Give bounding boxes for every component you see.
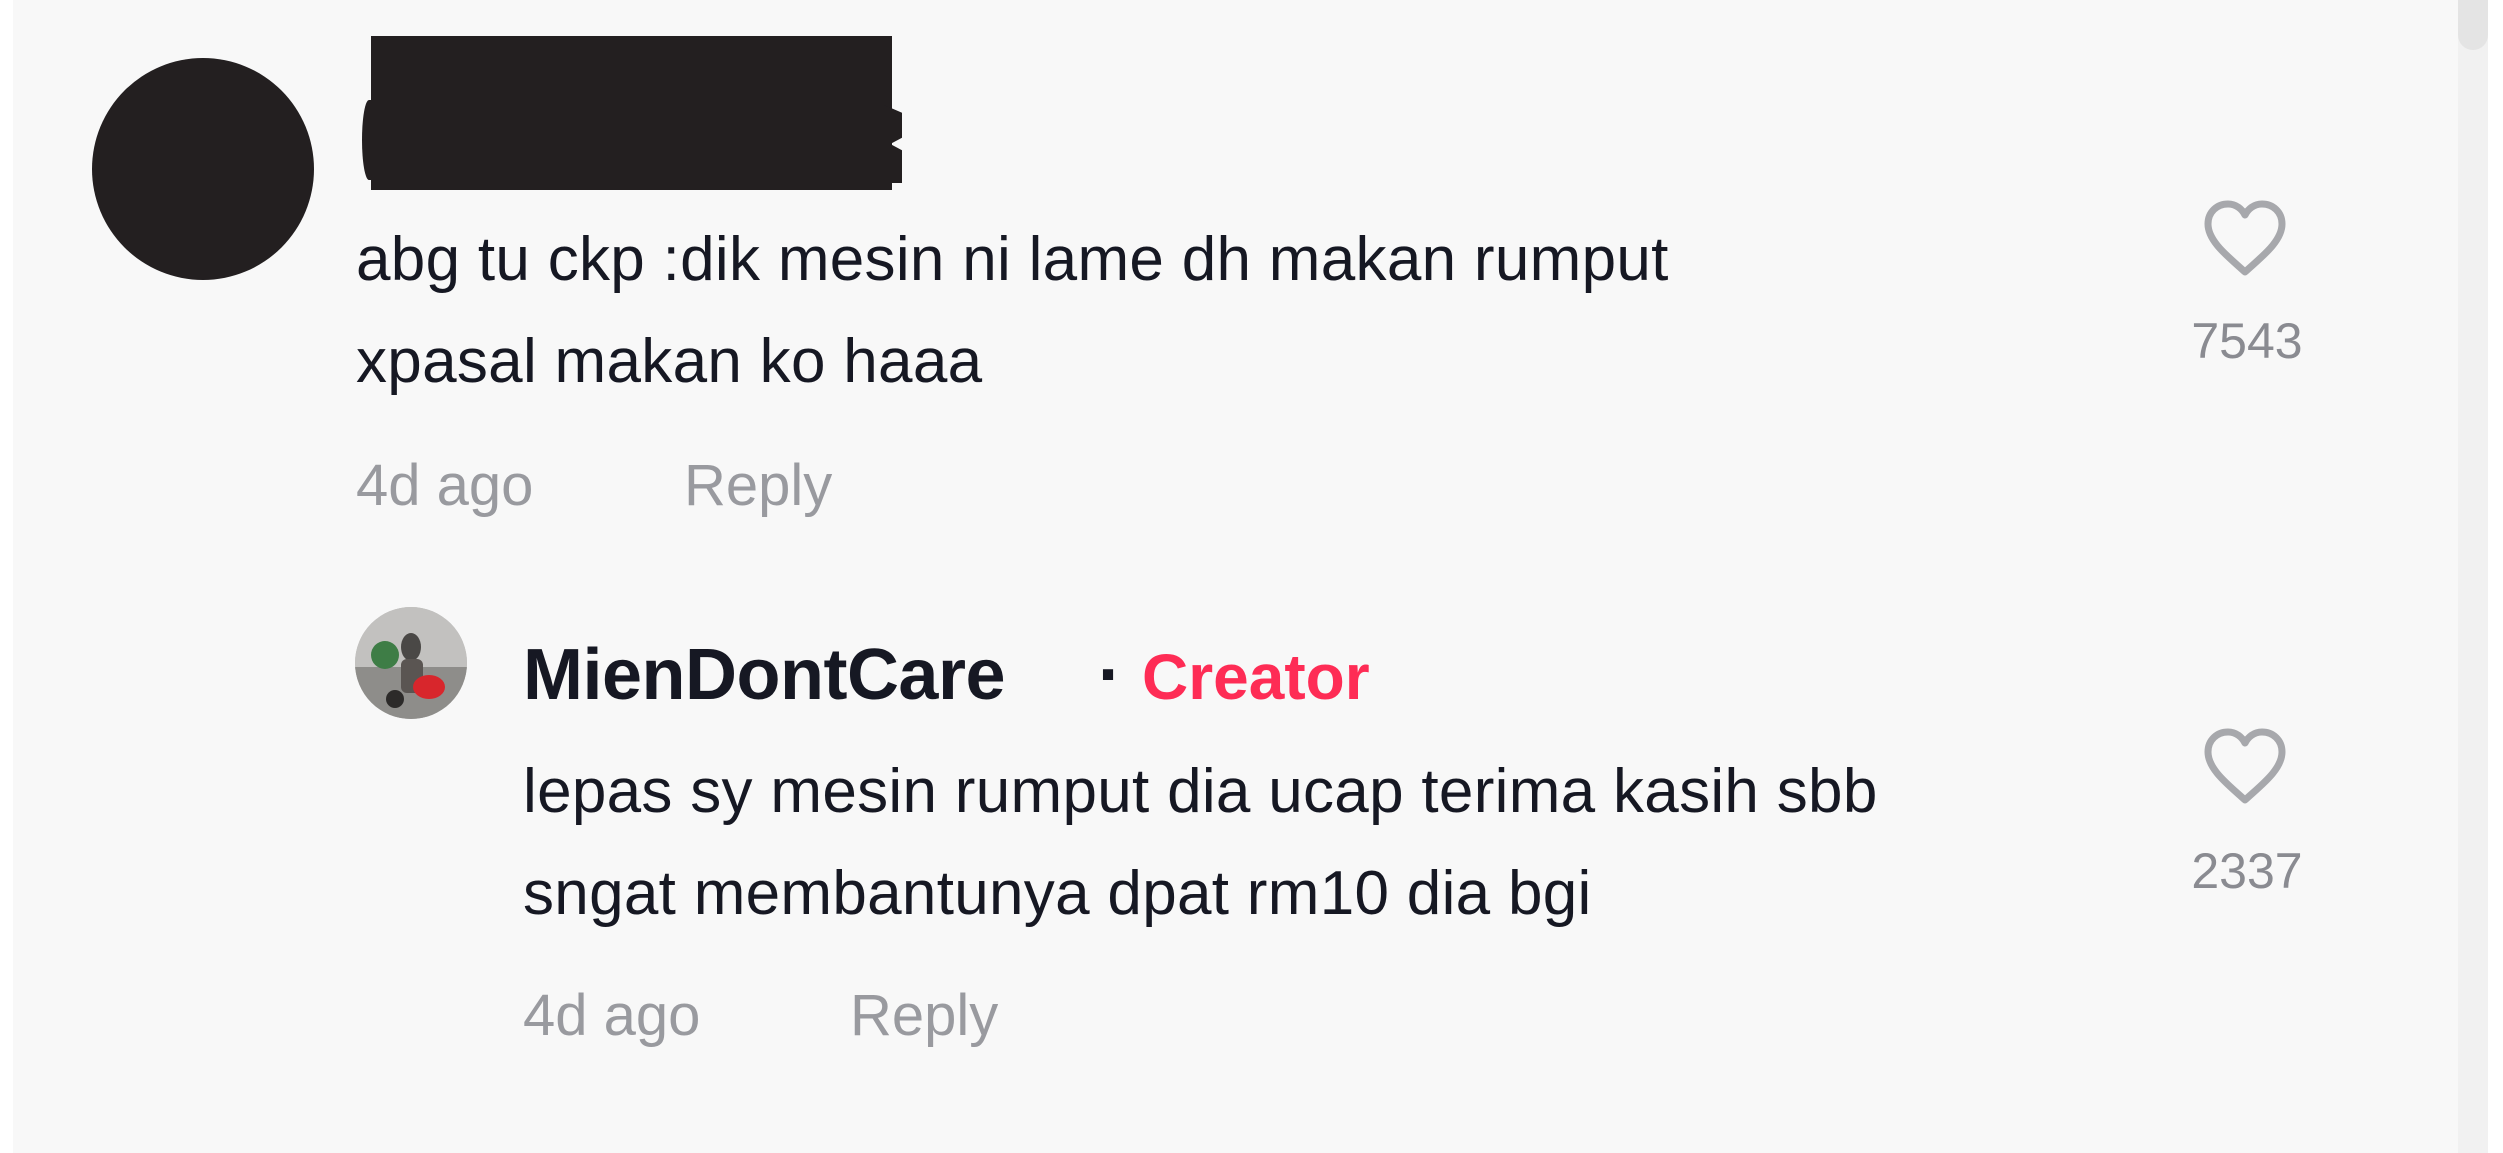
comment-text-line: abg tu ckp :dik mesin ni lame dh makan r… (356, 225, 1669, 294)
comment-text-line: xpasal makan ko haaa (356, 327, 983, 396)
heart-outline-icon[interactable] (2200, 726, 2290, 806)
separator-dot: · (1098, 635, 1122, 715)
reply-button[interactable]: Reply (850, 982, 998, 1049)
avatar-image (355, 607, 467, 719)
creator-badge: Creator (1142, 641, 1370, 713)
comment-time: 4d ago (356, 453, 534, 518)
redacted-username (371, 36, 892, 190)
like-count: 2337 (2191, 843, 2303, 899)
reply-text-line: sngat membantunya dpat rm10 dia bgi (523, 859, 1592, 928)
reply-time: 4d ago (523, 983, 701, 1048)
like-count: 7543 (2191, 313, 2303, 369)
scrollbar-track[interactable] (2458, 0, 2488, 1153)
avatar[interactable] (92, 58, 314, 280)
heart-outline-icon[interactable] (2200, 198, 2290, 278)
scrollbar-thumb[interactable] (2458, 0, 2488, 50)
reply-text-line: lepas sy mesin rumput dia ucap terima ka… (523, 757, 1878, 826)
avatar[interactable] (355, 607, 467, 719)
reply-username[interactable]: MienDontCare (523, 634, 1006, 716)
reply-button[interactable]: Reply (684, 452, 832, 519)
